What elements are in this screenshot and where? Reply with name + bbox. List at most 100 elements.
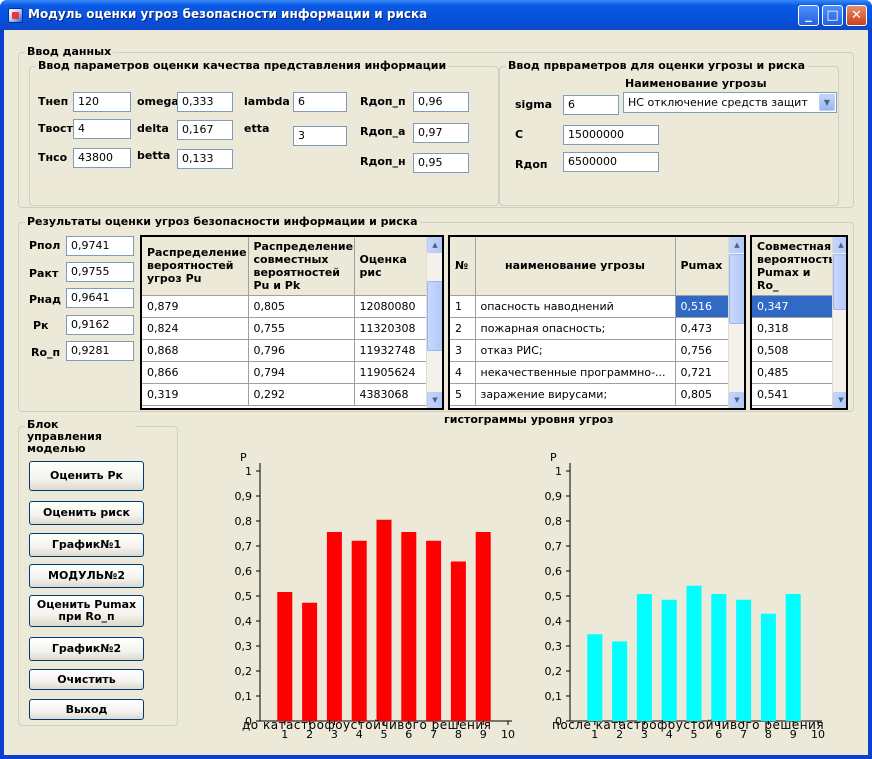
clear-button[interactable]: Очистить (29, 669, 144, 690)
etta-field[interactable]: 3 (293, 126, 347, 146)
table-cell[interactable]: 0,292 (248, 383, 355, 406)
table-cell[interactable]: 11932748 (354, 339, 427, 362)
rdop-n-field[interactable]: 0,95 (413, 153, 469, 173)
minimize-button[interactable]: _ (798, 5, 819, 26)
table-cell[interactable]: 0,721 (675, 361, 729, 384)
joint-grid-scrollbar[interactable]: ▲ ▼ (832, 237, 846, 408)
table-cell[interactable]: 0,516 (675, 295, 729, 318)
metric-value-pk[interactable]: 0,9162 (66, 315, 134, 335)
scroll-up-icon[interactable]: ▲ (729, 237, 744, 253)
table-row[interactable]: 4 некачественные программно-... 0,721 (450, 361, 729, 384)
estimate-pumax-button[interactable]: Оценить Pumax при Ro_п (29, 595, 144, 627)
table-cell[interactable]: 0,319 (142, 383, 249, 406)
table-cell[interactable]: 0,473 (675, 317, 729, 340)
scroll-up-icon[interactable]: ▲ (427, 237, 442, 253)
threats-grid-header[interactable]: Pumax (675, 237, 729, 296)
graph2-button[interactable]: График№2 (29, 637, 144, 661)
table-cell[interactable]: 4383068 (354, 383, 427, 406)
table-cell[interactable]: 3 (450, 339, 476, 362)
threat-name-select[interactable]: НС отключение средств защит ▼ (623, 92, 837, 113)
table-row[interactable]: 2 пожарная опасность; 0,473 (450, 317, 729, 340)
table-cell[interactable]: 2 (450, 317, 476, 340)
scroll-thumb[interactable] (427, 281, 442, 351)
joint-grid-header[interactable]: Совместная вероятность Pumax и Ro_ (752, 237, 833, 296)
table-cell[interactable]: 0,755 (248, 317, 355, 340)
tnso-field[interactable]: 43800 (73, 148, 131, 168)
table-row[interactable]: 3 отказ РИС; 0,756 (450, 339, 729, 362)
table-row[interactable]: 5 заражение вирусами; 0,805 (450, 383, 729, 406)
maximize-button[interactable]: □ (822, 5, 843, 26)
table-cell[interactable]: пожарная опасность; (475, 317, 676, 340)
table-cell[interactable]: 0,794 (248, 361, 355, 384)
module2-button[interactable]: МОДУЛЬ№2 (29, 564, 144, 588)
table-row[interactable]: 0,508 (752, 339, 833, 362)
metric-value-ppol[interactable]: 0,9741 (66, 236, 134, 256)
metric-value-ro-p[interactable]: 0,9281 (66, 341, 134, 361)
joint-probability-grid[interactable]: Совместная вероятность Pumax и Ro_ 0,347… (750, 235, 848, 410)
title-bar[interactable]: Модуль оценки угроз безопасности информа… (0, 0, 872, 30)
table-cell[interactable]: 0,805 (675, 383, 729, 406)
table-cell[interactable]: 4 (450, 361, 476, 384)
table-cell[interactable]: 0,347 (752, 295, 833, 318)
table-row[interactable]: 0,824 0,755 11320308 (142, 317, 427, 340)
sigma-field[interactable]: 6 (563, 95, 619, 115)
table-cell[interactable]: 0,824 (142, 317, 249, 340)
tvost-field[interactable]: 4 (73, 119, 131, 139)
chevron-down-icon[interactable]: ▼ (819, 94, 835, 111)
betta-field[interactable]: 0,133 (177, 149, 233, 169)
table-cell[interactable]: 0,756 (675, 339, 729, 362)
threats-grid[interactable]: № наименование угрозы Pumax 1 опасность н… (448, 235, 746, 410)
table-row[interactable]: 0,319 0,292 4383068 (142, 383, 427, 406)
delta-field[interactable]: 0,167 (177, 120, 233, 140)
tnep-field[interactable]: 120 (73, 92, 131, 112)
table-cell[interactable]: 11320308 (354, 317, 427, 340)
threats-grid-scrollbar[interactable]: ▲ ▼ (728, 237, 744, 408)
table-row[interactable]: 0,866 0,794 11905624 (142, 361, 427, 384)
rdop-field[interactable]: 6500000 (563, 152, 659, 172)
table-cell[interactable]: 0,868 (142, 339, 249, 362)
table-cell[interactable]: отказ РИС; (475, 339, 676, 362)
scroll-thumb[interactable] (729, 254, 744, 324)
close-button[interactable]: ✕ (846, 5, 867, 26)
table-row[interactable]: 0,879 0,805 12080080 (142, 295, 427, 318)
risk-grid-header[interactable]: Оценка рис (354, 237, 427, 296)
table-cell[interactable]: 1 (450, 295, 476, 318)
table-row[interactable]: 1 опасность наводнений 0,516 (450, 295, 729, 318)
table-cell[interactable]: 12080080 (354, 295, 427, 318)
table-cell[interactable]: некачественные программно-... (475, 361, 676, 384)
table-cell[interactable]: 0,805 (248, 295, 355, 318)
scroll-down-icon[interactable]: ▼ (833, 392, 846, 408)
table-row[interactable]: 0,868 0,796 11932748 (142, 339, 427, 362)
exit-button[interactable]: Выход (29, 699, 144, 720)
table-row[interactable]: 0,318 (752, 317, 833, 340)
table-cell[interactable]: 0,541 (752, 383, 833, 406)
estimate-risk-button[interactable]: Оценить риск (29, 501, 144, 525)
scroll-up-icon[interactable]: ▲ (833, 237, 846, 253)
table-cell[interactable]: 0,508 (752, 339, 833, 362)
table-row[interactable]: 0,541 (752, 383, 833, 406)
scroll-down-icon[interactable]: ▼ (427, 392, 442, 408)
table-row[interactable]: 0,347 (752, 295, 833, 318)
risk-grid[interactable]: Распределение вероятностей угроз Pu Расп… (140, 235, 444, 410)
table-cell[interactable]: 0,485 (752, 361, 833, 384)
rdop-p-field[interactable]: 0,96 (413, 92, 469, 112)
table-row[interactable]: 0,485 (752, 361, 833, 384)
table-cell[interactable]: 11905624 (354, 361, 427, 384)
graph1-button[interactable]: График№1 (29, 533, 144, 557)
c-field[interactable]: 15000000 (563, 125, 659, 145)
threats-grid-header[interactable]: наименование угрозы (475, 237, 676, 296)
risk-grid-header[interactable]: Распределение совместных вероятностей Pu… (248, 237, 355, 296)
table-cell[interactable]: заражение вирусами; (475, 383, 676, 406)
omega-field[interactable]: 0,333 (177, 92, 233, 112)
table-cell[interactable]: 0,866 (142, 361, 249, 384)
table-cell[interactable]: 0,318 (752, 317, 833, 340)
risk-grid-header[interactable]: Распределение вероятностей угроз Pu (142, 237, 249, 296)
risk-grid-scrollbar[interactable]: ▲ ▼ (426, 237, 442, 408)
estimate-pk-button[interactable]: Оценить Рк (29, 461, 144, 491)
table-cell[interactable]: 5 (450, 383, 476, 406)
threats-grid-header[interactable]: № (450, 237, 476, 296)
table-cell[interactable]: опасность наводнений (475, 295, 676, 318)
metric-value-pnad[interactable]: 0,9641 (66, 288, 134, 308)
metric-value-pakt[interactable]: 0,9755 (66, 262, 134, 282)
rdop-a-field[interactable]: 0,97 (413, 123, 469, 143)
